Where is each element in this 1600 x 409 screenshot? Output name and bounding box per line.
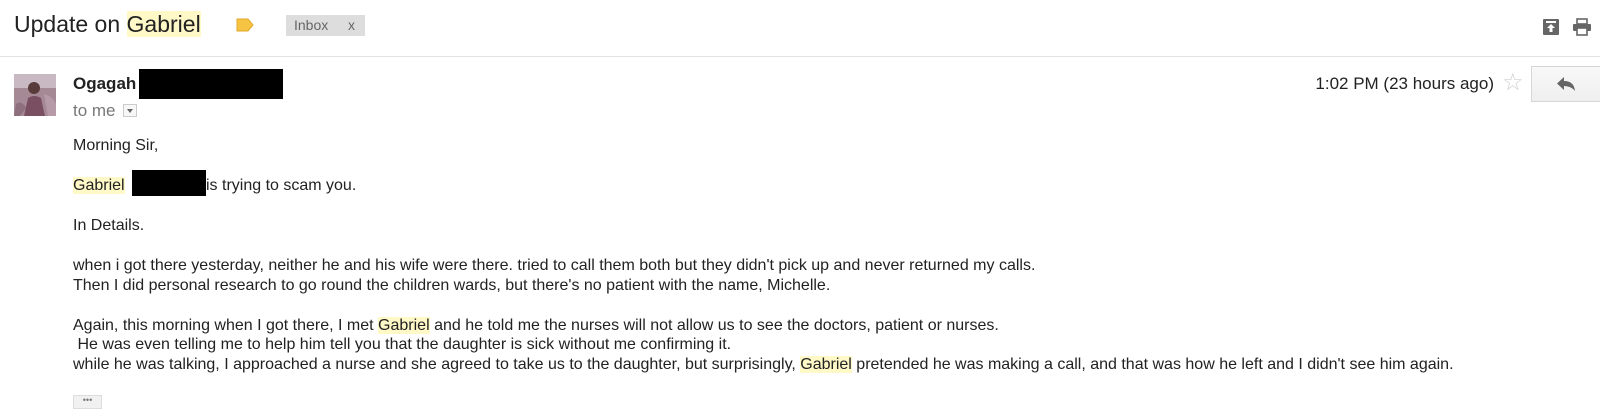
subject-prefix: Update on: [14, 11, 127, 37]
highlighted-name: Gabriel: [378, 317, 430, 334]
star-icon[interactable]: ☆: [1502, 70, 1524, 96]
body-line-scam: Gabriel: [73, 176, 125, 196]
print-icon[interactable]: [1572, 18, 1592, 36]
archive-up-icon[interactable]: [1542, 18, 1560, 36]
body-paragraph-2-line-3: while he was talking, I approached a nur…: [73, 355, 1454, 375]
text-segment: and he told me the nurses will not allow…: [429, 317, 999, 334]
message-timestamp: 1:02 PM (23 hours ago): [1315, 74, 1494, 93]
body-greeting: Morning Sir,: [73, 137, 159, 154]
body-paragraph-2-line-1: Again, this morning when I got there, I …: [73, 316, 999, 336]
subject-bar: Update on Gabriel Inbox x: [0, 0, 1600, 57]
remove-label-button[interactable]: x: [348, 15, 355, 36]
text-segment: pretended he was making a call, and that…: [851, 356, 1454, 373]
redacted-surname: [132, 170, 206, 196]
show-details-dropdown[interactable]: [123, 104, 137, 117]
body-paragraph-2-line-2: He was even telling me to help him tell …: [73, 336, 732, 353]
body-in-details: In Details.: [73, 217, 145, 234]
reply-arrow-icon: [1557, 77, 1575, 91]
subject-highlighted-name: Gabriel: [126, 11, 201, 37]
inbox-chip-label: Inbox: [294, 17, 329, 33]
body-paragraph-1-line-2: Then I did personal research to go round…: [73, 277, 831, 294]
label-tag-icon[interactable]: [236, 18, 254, 32]
redacted-sender-surname: [139, 69, 283, 99]
text-segment: Again, this morning when I got there, I …: [73, 317, 379, 334]
body-line-scam-rest: is trying to scam you.: [206, 177, 357, 194]
sender-avatar[interactable]: [14, 74, 56, 116]
highlighted-name: Gabriel: [73, 177, 125, 194]
highlighted-name: Gabriel: [800, 356, 852, 373]
show-trimmed-content-button[interactable]: •••: [73, 395, 102, 409]
thread-subject: Update on Gabriel: [14, 9, 201, 39]
inbox-label-chip[interactable]: Inbox x: [286, 15, 365, 36]
sender-name[interactable]: Ogagah: [73, 74, 136, 94]
text-segment: while he was talking, I approached a nur…: [73, 356, 801, 373]
reply-button[interactable]: [1531, 66, 1600, 102]
body-paragraph-1-line-1: when i got there yesterday, neither he a…: [73, 257, 1036, 274]
recipient-line: to me: [73, 101, 116, 120]
